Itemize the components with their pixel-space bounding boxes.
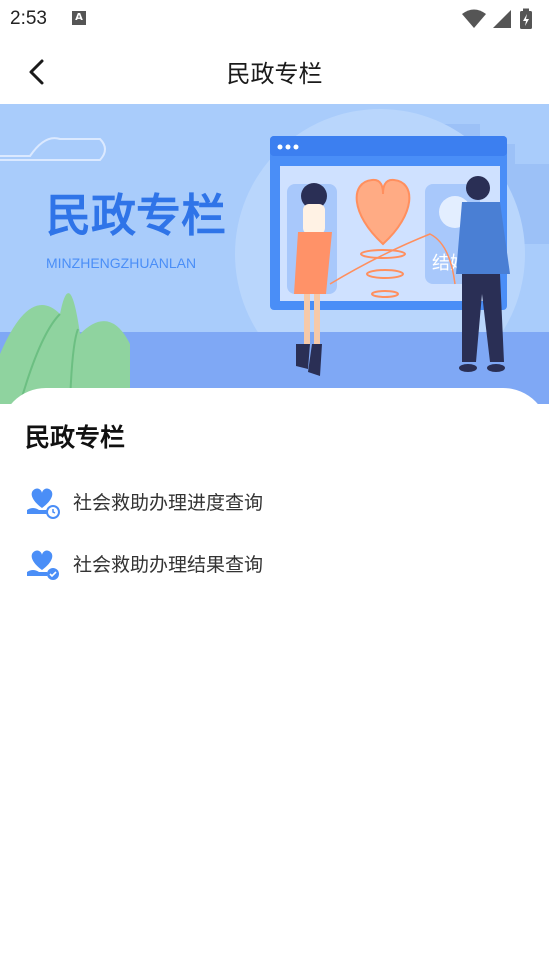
section-title: 民政专栏 [25, 423, 126, 452]
menu-item-result-query[interactable]: 社会救助办理结果查询 [25, 542, 525, 586]
status-bar: 2:53 A [0, 0, 549, 40]
menu-item-progress-query[interactable]: 社会救助办理进度查询 [25, 480, 525, 524]
banner: 结婚 民政专栏 MINZHENGZHUANLAN [0, 104, 549, 404]
content-card: 民政专栏 社会救助办理进度查询 社会救助办理结果查询 [0, 388, 549, 977]
wifi-icon [462, 9, 486, 28]
signal-icon [493, 10, 511, 28]
battery-charging-icon [520, 8, 532, 29]
status-icons [461, 8, 541, 30]
notification-a-icon: A [72, 11, 86, 25]
menu-item-label: 社会救助办理进度查询 [73, 492, 264, 514]
page-title: 民政专栏 [226, 60, 323, 88]
banner-illustration: 结婚 民政专栏 MINZHENGZHUANLAN [0, 104, 549, 404]
status-time: 2:53 [10, 8, 47, 29]
banner-subtitle: MINZHENGZHUANLAN [46, 255, 196, 271]
menu-item-label: 社会救助办理结果查询 [73, 554, 264, 576]
heart-hand-check-icon [27, 550, 59, 580]
heart-hand-clock-icon [27, 488, 60, 519]
nav-bar: 民政专栏 [0, 40, 549, 104]
banner-title: 民政专栏 [46, 189, 226, 242]
